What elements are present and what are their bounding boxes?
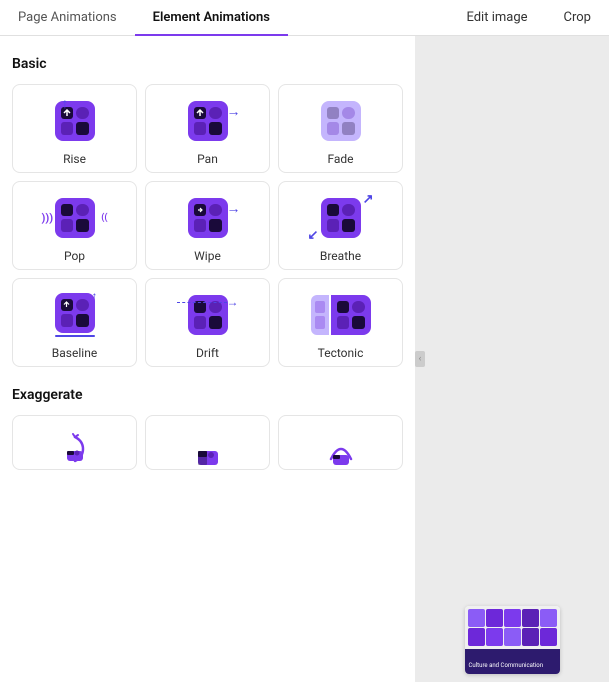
fade-label: Fade (327, 152, 353, 166)
section-exaggerate-heading: Exaggerate (12, 387, 403, 403)
rise-icon (55, 101, 95, 141)
drift-icon-container: → (173, 287, 243, 342)
animation-rise[interactable]: ↑ Rise (12, 84, 137, 173)
right-panel: ‹ Culture and Communication (415, 36, 609, 682)
exag3-icon (321, 429, 361, 469)
pop-icon (55, 198, 95, 238)
wipe-icon-container: → (173, 190, 243, 245)
left-panel: Basic ↑ Rise (0, 36, 415, 682)
pop-wave-left-icon: ))) (42, 211, 54, 224)
breathe-arrow-tr-icon: ↗ (363, 192, 374, 207)
pan-icon (188, 101, 228, 141)
baseline-label: Baseline (52, 346, 97, 360)
animation-exag2[interactable] (145, 415, 270, 470)
tectonic-label: Tectonic (318, 346, 364, 360)
exag2-icon (188, 429, 228, 469)
pan-arrow-icon: → (227, 103, 241, 120)
tectonic-icon-container (306, 287, 376, 342)
fade-icon (321, 101, 361, 141)
animation-exag3[interactable] (278, 415, 403, 470)
animation-drift[interactable]: → Drift (145, 278, 270, 367)
pop-icon-container: ))) (( (40, 190, 110, 245)
pop-label: Pop (64, 249, 85, 263)
wipe-icon (188, 198, 228, 238)
rise-arrow-icon: ↑ (62, 95, 69, 112)
scroll-left-indicator[interactable]: ‹ (415, 351, 425, 367)
animation-pop[interactable]: ))) (( Pop (12, 181, 137, 270)
basic-animation-grid: ↑ Rise → (12, 84, 403, 367)
pan-icon-container: → (173, 93, 243, 148)
rise-icon-container: ↑ (40, 93, 110, 148)
top-nav-right-tabs: Edit image Crop (448, 0, 609, 35)
baseline-icon (55, 293, 95, 333)
pop-wave-right-icon: (( (101, 213, 107, 223)
drift-label: Drift (196, 346, 219, 360)
animation-baseline[interactable]: ↑ Baseline (12, 278, 137, 367)
tab-page-animations[interactable]: Page Animations (0, 1, 135, 36)
exaggerate-animation-grid (12, 415, 403, 470)
tab-element-animations[interactable]: Element Animations (135, 1, 288, 36)
section-basic-heading: Basic (12, 56, 403, 72)
breathe-label: Breathe (320, 249, 361, 263)
top-nav: Page Animations Element Animations Edit … (0, 0, 609, 36)
wipe-label: Wipe (194, 249, 221, 263)
exag1-icon (55, 429, 95, 469)
breathe-icon (321, 198, 361, 238)
animation-exag1[interactable] (12, 415, 137, 470)
animation-wipe[interactable]: → Wipe (145, 181, 270, 270)
tectonic-icon (331, 295, 371, 335)
pan-label: Pan (197, 152, 218, 166)
fade-icon-container (306, 93, 376, 148)
breathe-arrow-bl-icon: ↙ (308, 228, 319, 243)
animation-tectonic[interactable]: Tectonic (278, 278, 403, 367)
animation-pan[interactable]: → Pan (145, 84, 270, 173)
baseline-icon-container: ↑ (40, 287, 110, 342)
animation-breathe[interactable]: ↗ ↙ Breathe (278, 181, 403, 270)
breathe-icon-container: ↗ ↙ (306, 190, 376, 245)
main-area: Basic ↑ Rise (0, 36, 609, 682)
preview-thumbnail: Culture and Communication (465, 606, 560, 674)
preview-label: Culture and Communication (465, 649, 560, 674)
animation-fade[interactable]: Fade (278, 84, 403, 173)
tab-crop[interactable]: Crop (546, 10, 609, 27)
tab-edit-image[interactable]: Edit image (448, 10, 545, 27)
rise-label: Rise (63, 152, 86, 166)
wipe-arrow-icon: → (227, 200, 241, 217)
